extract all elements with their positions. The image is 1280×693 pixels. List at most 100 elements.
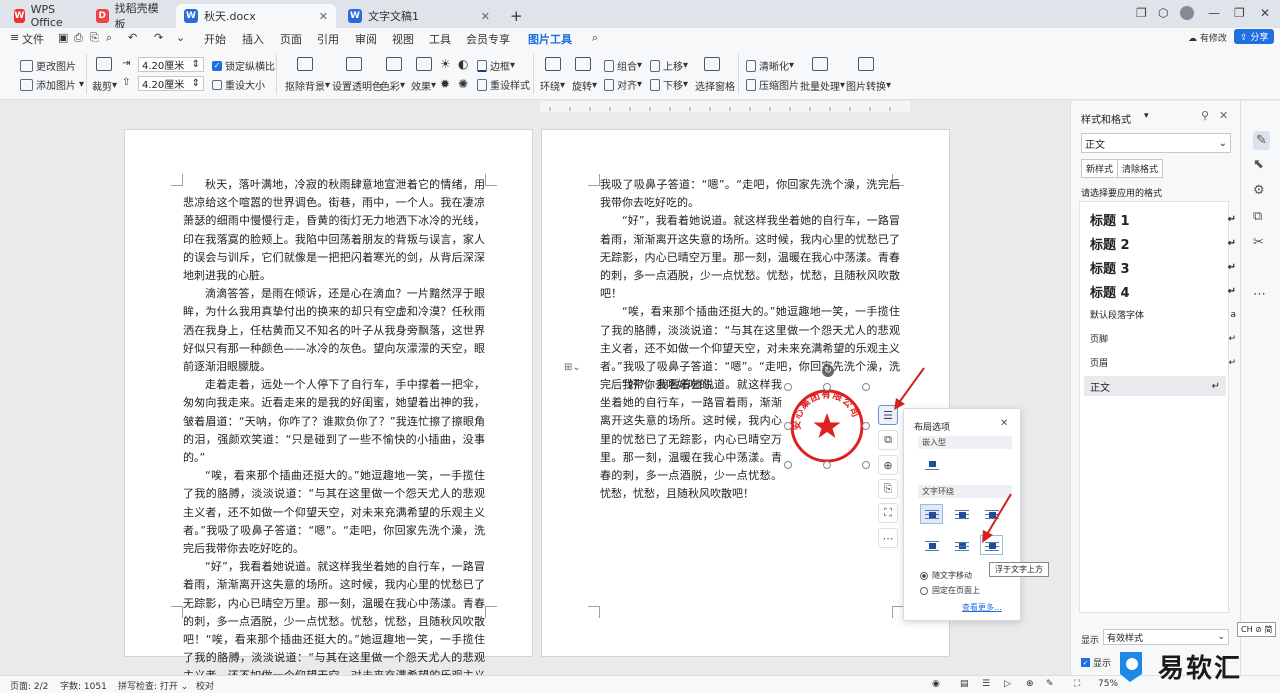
contrast-down-icon[interactable]: ✺ bbox=[458, 77, 468, 91]
spinner-icon[interactable]: ⇕ bbox=[192, 78, 200, 89]
style-normal-selected[interactable]: 正文 ↵ bbox=[1084, 376, 1226, 396]
menu-tab-6[interactable]: 工具 bbox=[429, 31, 451, 47]
resize-handle[interactable] bbox=[823, 383, 831, 391]
cube-icon[interactable]: ⬡ bbox=[1158, 6, 1168, 20]
crop-button[interactable]: 裁剪 ▾ bbox=[92, 78, 117, 93]
compress-button[interactable]: 压缩图片 bbox=[746, 77, 799, 92]
word-count[interactable]: 字数: 1051 bbox=[60, 679, 107, 692]
convert-icon[interactable] bbox=[858, 57, 874, 71]
undo-icon[interactable]: ↶ bbox=[128, 31, 137, 44]
change-image-button[interactable]: 更改图片 bbox=[20, 58, 76, 73]
menu-tab-5[interactable]: 视图 bbox=[392, 31, 414, 47]
color-button[interactable]: 色彩 ▾ bbox=[380, 78, 405, 93]
reset-size-button[interactable]: 重设大小 bbox=[212, 77, 265, 92]
new-style-button[interactable]: 新样式 bbox=[1081, 159, 1119, 178]
menu-tab-1[interactable]: 插入 bbox=[242, 31, 264, 47]
show-preview-checkbox[interactable]: ✓ 显示 bbox=[1081, 656, 1111, 669]
adjust-icon[interactable]: ⚙ bbox=[1253, 183, 1265, 198]
menu-file[interactable]: 文件 bbox=[22, 31, 44, 47]
remove-bg-icon[interactable] bbox=[297, 57, 313, 71]
style-heading-4[interactable]: 标题 4 ↵ bbox=[1090, 282, 1236, 301]
current-style-select[interactable]: 正文 ⌄ bbox=[1081, 133, 1231, 153]
pin-icon[interactable]: ⚲ bbox=[1201, 109, 1209, 122]
brightness-up-icon[interactable]: ☀ bbox=[440, 57, 451, 71]
minimize-icon[interactable]: — bbox=[1208, 6, 1220, 20]
page-2-body[interactable]: 我吸了吸鼻子答道：“嗯”。“走吧，你回家先洗个澡，洗完后我带你去吃好吃的。 “好… bbox=[600, 176, 900, 394]
border-button[interactable]: 边框 ▾ bbox=[477, 58, 515, 73]
send-backward-button[interactable]: 下移 ▾ bbox=[650, 77, 688, 92]
menu-tab-4[interactable]: 审阅 bbox=[355, 31, 377, 47]
pen-icon[interactable]: ✎ bbox=[1046, 679, 1054, 689]
close-icon[interactable]: ✕ bbox=[1219, 109, 1228, 122]
align-button[interactable]: 对齐 ▾ bbox=[604, 77, 642, 92]
menu-tab-picture-tools[interactable]: 图片工具 bbox=[528, 31, 572, 50]
page-2-body-wrapped[interactable]: “好”，我看着她说道。就这样我坐着她的自行车，一路冒着雨，渐渐离开这失意的场所。… bbox=[600, 376, 782, 503]
group-button[interactable]: 组合 ▾ bbox=[604, 58, 642, 73]
rotate-handle-icon[interactable]: ↻ bbox=[822, 365, 834, 377]
lock-ratio-checkbox[interactable]: ✓ 锁定纵横比 bbox=[212, 58, 275, 73]
style-footer[interactable]: 页脚 ↵ bbox=[1090, 332, 1236, 346]
new-tab-button[interactable]: + bbox=[502, 4, 528, 28]
resize-handle[interactable] bbox=[862, 461, 870, 469]
resize-handle[interactable] bbox=[823, 461, 831, 469]
rotate-button[interactable]: 旋转 ▾ bbox=[572, 78, 597, 93]
selection-pane-button[interactable]: 选择窗格 bbox=[695, 78, 735, 93]
tools-icon[interactable]: ✂ bbox=[1253, 235, 1264, 250]
proofread[interactable]: 校对 bbox=[196, 679, 214, 692]
add-image-button[interactable]: 添加图片 ▾ bbox=[20, 77, 84, 92]
fit-icon[interactable]: ⛶ bbox=[1074, 679, 1080, 689]
clear-format-button[interactable]: 清除格式 bbox=[1117, 159, 1164, 178]
close-icon[interactable]: ✕ bbox=[319, 10, 328, 23]
menu-tab-3[interactable]: 引用 bbox=[317, 31, 339, 47]
style-heading-1[interactable]: 标题 1 ↵ bbox=[1090, 210, 1236, 229]
sharpen-button[interactable]: 清晰化 ▾ bbox=[746, 58, 794, 73]
outline-view-icon[interactable]: ☰ bbox=[982, 679, 990, 689]
effects-button[interactable]: 效果 ▾ bbox=[411, 78, 436, 93]
batch-button[interactable]: 批量处理 ▾ bbox=[800, 78, 845, 93]
page-1[interactable]: 秋天，落叶满地，冷寂的秋雨肆意地宣泄着它的情绪，用悲凉给这个喧嚣的世界调色。街巷… bbox=[124, 129, 533, 693]
width-input[interactable]: 4.20厘米 ⇕ bbox=[138, 57, 204, 72]
ime-indicator[interactable]: CH ⊘ 简 bbox=[1237, 622, 1277, 637]
resize-handle[interactable] bbox=[862, 383, 870, 391]
contrast-up-icon[interactable]: ◐ bbox=[458, 57, 468, 71]
effects-icon[interactable] bbox=[416, 57, 432, 71]
move-with-text-radio[interactable]: 随文字移动 bbox=[920, 570, 972, 581]
save-icon[interactable]: ▣ bbox=[58, 31, 68, 44]
crop-icon[interactable] bbox=[96, 57, 112, 71]
resize-handle[interactable] bbox=[784, 461, 792, 469]
menu-tab-0[interactable]: 开始 bbox=[204, 31, 226, 47]
wrap-icon[interactable] bbox=[545, 57, 561, 71]
selection-pane-icon[interactable] bbox=[704, 57, 720, 71]
tab-document-active[interactable]: W 秋天.docx ✕ bbox=[176, 4, 336, 28]
horizontal-ruler[interactable] bbox=[540, 101, 910, 112]
color-icon[interactable] bbox=[386, 57, 402, 71]
close-window-icon[interactable]: ✕ bbox=[1260, 6, 1270, 20]
resize-handle[interactable] bbox=[862, 422, 870, 430]
select-icon[interactable]: ⬉ bbox=[1253, 157, 1264, 172]
resources-icon[interactable]: ⧉ bbox=[1253, 209, 1262, 224]
chevron-down-icon[interactable]: ▾ bbox=[1144, 111, 1149, 121]
bring-forward-button[interactable]: 上移 ▾ bbox=[650, 58, 688, 73]
style-heading-3[interactable]: 标题 3 ↵ bbox=[1090, 258, 1236, 277]
remove-bg-button[interactable]: 抠除背景 ▾ bbox=[285, 78, 330, 93]
tab-template[interactable]: D 找稻壳模板 bbox=[88, 2, 172, 31]
spell-check[interactable]: 拼写检查: 打开 ⌄ bbox=[118, 679, 188, 692]
reset-style-button[interactable]: 重设样式 bbox=[477, 77, 530, 92]
resize-handle[interactable] bbox=[784, 383, 792, 391]
stamp-image[interactable]: 安心集团有限公司 ↻ bbox=[784, 365, 870, 469]
search-icon[interactable]: ⌕ bbox=[592, 31, 598, 45]
wrap-button[interactable]: 环绕 ▾ bbox=[540, 78, 565, 93]
style-default-font[interactable]: 默认段落字体 a bbox=[1090, 308, 1236, 322]
export-icon[interactable]: ⎙ bbox=[74, 31, 83, 45]
rotate-icon[interactable] bbox=[575, 57, 591, 71]
set-transparent-button[interactable]: 设置透明色 bbox=[332, 78, 382, 93]
page-count[interactable]: 页面: 2/2 bbox=[10, 679, 48, 692]
web-view-icon[interactable]: ⊕ bbox=[1026, 679, 1034, 689]
more-icon[interactable]: ⌄ bbox=[176, 31, 185, 44]
paragraph-anchor-icon[interactable]: ⊞⌄ bbox=[564, 362, 581, 373]
play-icon[interactable]: ▷ bbox=[1004, 679, 1011, 689]
brightness-down-icon[interactable]: ✹ bbox=[440, 77, 450, 91]
eye-icon[interactable]: ◉ bbox=[932, 679, 940, 689]
transparent-icon[interactable] bbox=[346, 57, 362, 71]
preview-icon[interactable]: ⌕ bbox=[106, 31, 112, 45]
